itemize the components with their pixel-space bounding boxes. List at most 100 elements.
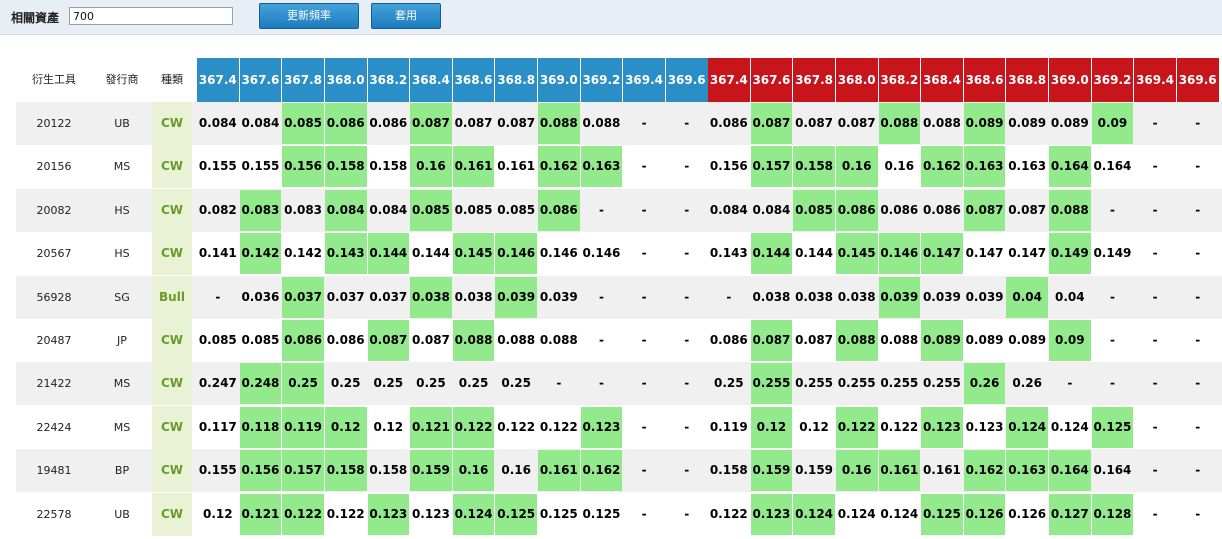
price-cell: 0.157 [282, 450, 324, 492]
instrument-code[interactable]: 22424 [16, 406, 92, 449]
price-cell: - [1109, 376, 1115, 391]
price-cell: - [684, 116, 690, 130]
table-row[interactable]: 20487 JP CW 0.085 0.085 0.086 0.086 0.087 0.087 0… [16, 319, 1222, 362]
price-header-red: 369.6 [1176, 58, 1219, 102]
price-cell: 0.085 [410, 189, 452, 231]
instrument-code[interactable]: 19481 [16, 449, 92, 492]
price-cell: - [1109, 333, 1115, 347]
table-row[interactable]: 56928 SG Bull -0.036 0.037 0.037 0.037 0.038 0.0… [16, 275, 1222, 319]
price-cell: 0.085 [282, 103, 324, 144]
price-cell: 0.163 [580, 146, 623, 188]
price-header-blue: 368.8 [495, 58, 537, 102]
price-cell: 0.084 [752, 202, 791, 217]
table-row[interactable]: 22578 UB CW 0.12 0.121 0.122 0.122 0.123 0.123 0.… [16, 492, 1222, 536]
table-row[interactable]: 20156 MS CW 0.155 0.155 0.156 0.158 0.158 0.16 0.… [16, 145, 1222, 189]
price-cell: 0.122 [539, 419, 578, 434]
price-cell: 0.163 [1008, 159, 1047, 174]
price-cell: 0.085 [454, 202, 493, 217]
price-cell: - [1152, 116, 1158, 130]
instrument-code[interactable]: 20082 [16, 189, 92, 232]
price-header-red: 368.4 [921, 58, 963, 102]
price-cell: 0.161 [922, 463, 961, 478]
price-cell: 0.088 [880, 333, 919, 347]
price-cell: 0.158 [709, 463, 748, 478]
table-row[interactable]: 22424 MS CW 0.117 0.118 0.119 0.12 0.12 0.121 0.1… [16, 405, 1222, 449]
issuer-code: HS [114, 247, 130, 261]
instrument-code[interactable]: 20156 [16, 145, 92, 188]
issuer-code: MS [113, 160, 131, 174]
related-asset-input[interactable] [69, 7, 233, 25]
price-cell: - [1195, 506, 1201, 521]
instrument-code[interactable]: 20487 [16, 319, 92, 362]
price-cell: 0.12 [203, 506, 233, 521]
price-cell: - [641, 246, 647, 261]
price-cell: 0.123 [367, 493, 410, 535]
instrument-code[interactable]: 21422 [16, 362, 92, 405]
price-cell: 0.122 [709, 506, 748, 521]
price-cell: 0.161 [452, 146, 495, 188]
price-cell: 0.149 [1049, 233, 1091, 275]
price-cell: 0.088 [878, 103, 921, 144]
price-cell: 0.146 [495, 233, 537, 275]
price-cell: 0.088 [582, 116, 621, 130]
price-cell: 0.087 [410, 103, 452, 144]
price-header-blue: 368.0 [324, 58, 367, 102]
table-row[interactable]: 20567 HS CW 0.141 0.142 0.142 0.143 0.144 0.144 0… [16, 232, 1222, 276]
price-cell: 0.25 [458, 376, 489, 391]
instrument-code[interactable]: 22578 [16, 493, 92, 536]
price-header-blue: 367.6 [239, 58, 282, 102]
price-cell: - [1152, 246, 1158, 261]
instrument-code[interactable]: 56928 [16, 276, 92, 319]
price-cell: - [1152, 376, 1158, 391]
price-cell: - [641, 333, 647, 347]
price-cell: 0.147 [965, 246, 1004, 261]
price-cell: 0.158 [324, 450, 367, 492]
price-cell: 0.162 [921, 146, 963, 188]
price-cell: 0.127 [1049, 493, 1091, 535]
price-cell: 0.039 [922, 289, 961, 304]
price-cell: 0.25 [416, 376, 446, 391]
price-cell: 0.141 [198, 246, 237, 261]
price-cell: 0.085 [198, 333, 237, 347]
table-row[interactable]: 21422 MS CW 0.247 0.248 0.25 0.25 0.25 0.25 0.25 0… [16, 362, 1222, 406]
price-cell: 0.121 [239, 493, 282, 535]
price-cell: 0.087 [750, 320, 793, 361]
table-row[interactable]: 19481 BP CW 0.155 0.156 0.157 0.158 0.158 0.159 0… [16, 449, 1222, 493]
price-cell: 0.125 [539, 506, 578, 521]
table-row[interactable]: 20122 UB CW 0.084 0.084 0.085 0.086 0.086 0.087 0… [16, 102, 1222, 145]
price-cell: 0.16 [410, 146, 452, 188]
price-cell: 0.16 [835, 450, 878, 492]
price-cell: 0.16 [452, 450, 495, 492]
price-cell: 0.145 [835, 233, 878, 275]
price-cell: 0.142 [239, 233, 282, 275]
update-frequency-button[interactable]: 更新頻率 [259, 3, 359, 29]
price-cell: 0.036 [241, 289, 280, 304]
price-cell: - [1152, 506, 1158, 521]
price-cell: 0.089 [965, 333, 1004, 347]
issuer-code: JP [117, 334, 127, 347]
instrument-code[interactable]: 20122 [16, 102, 92, 145]
price-cell: 0.086 [709, 116, 748, 130]
apply-button[interactable]: 套用 [371, 3, 441, 29]
price-cell: 0.159 [795, 463, 834, 478]
instrument-code[interactable]: 20567 [16, 232, 92, 275]
price-cell: 0.158 [324, 146, 367, 188]
price-cell: 0.088 [538, 103, 580, 144]
header-issuer: 發行商 [105, 73, 139, 86]
issuer-code: MS [113, 377, 131, 391]
price-cell: 0.086 [324, 103, 367, 144]
price-header-blue: 367.4 [197, 58, 239, 102]
table-row[interactable]: 20082 HS CW 0.082 0.083 0.083 0.084 0.084 0.085 0… [16, 188, 1222, 232]
price-header-blue: 369.4 [623, 58, 665, 102]
price-cell: 0.16 [835, 146, 878, 188]
price-cell: - [1152, 463, 1158, 478]
instrument-type: CW [152, 319, 192, 362]
price-cell: 0.158 [369, 463, 408, 478]
price-cell: 0.124 [880, 506, 919, 521]
price-cell: 0.084 [198, 116, 237, 130]
price-cell: 0.083 [239, 189, 282, 231]
price-header-blue: 368.6 [452, 58, 495, 102]
price-cell: - [641, 116, 647, 130]
price-cell: 0.084 [369, 202, 408, 217]
price-cell: - [1195, 463, 1201, 478]
